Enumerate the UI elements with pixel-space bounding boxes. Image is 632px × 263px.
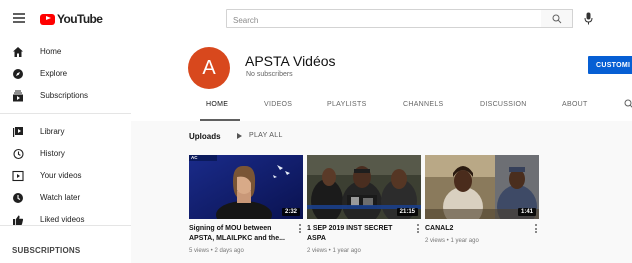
subscriptions-heading: SUBSCRIPTIONS [12, 246, 81, 255]
sidebar-item-label: Explore [40, 69, 68, 78]
video-meta: 2 views • 1 year ago [307, 248, 361, 254]
sidebar-item-history[interactable]: History [0, 144, 131, 164]
tab-playlists[interactable]: PLAYLISTS [327, 101, 367, 108]
video-thumbnail[interactable]: 1:41 [425, 155, 539, 219]
tab-discussion[interactable]: DISCUSSION [480, 101, 527, 108]
clock-icon [13, 193, 23, 203]
sidebar-item-subscriptions[interactable]: Subscriptions [0, 86, 131, 106]
sidebar-item-label: Your videos [40, 171, 82, 180]
video-thumbnail[interactable]: 21:15 [307, 155, 421, 219]
video-card: 1:41 CANAL2 2 views • 1 year ago [425, 155, 539, 244]
customize-channel-button[interactable]: CUSTOMI [588, 56, 632, 74]
tab-videos[interactable]: VIDEOS [264, 101, 292, 108]
sidebar-item-library[interactable]: Library [0, 122, 131, 142]
home-icon [13, 47, 23, 57]
sidebar-item-label: Library [40, 127, 65, 136]
channel-main: A APSTA Vidéos No subscribers CUSTOMI HO… [131, 38, 632, 263]
more-options-icon[interactable] [417, 224, 421, 235]
channel-name: APSTA Vidéos [245, 53, 336, 69]
sidebar-item-label: Watch later [40, 193, 81, 202]
video-card: 21:15 1 SEP 2019 INST SECRET ASPA 2 view… [307, 155, 421, 254]
video-thumbnail[interactable]: AC 2:32 [189, 155, 303, 219]
tab-home[interactable]: HOME [206, 101, 228, 108]
logo-text: YouTube [57, 12, 103, 26]
sidebar-divider [0, 225, 131, 226]
sidebar: Home Explore Subscriptions Library Histo… [0, 38, 131, 263]
thumbnail-badge: AC [191, 155, 198, 160]
channel-search-icon[interactable] [624, 99, 632, 109]
more-options-icon[interactable] [299, 224, 303, 235]
microphone-icon[interactable] [584, 12, 593, 25]
video-duration: 21:15 [396, 208, 418, 216]
subscriptions-icon [13, 90, 23, 102]
sidebar-item-home[interactable]: Home [0, 42, 131, 62]
channel-content: Uploads PLAY ALL AC 2:32 Signing of MOU … [131, 121, 632, 263]
video-title[interactable]: Signing of MOU between APSTA, MLAILPKC a… [189, 224, 293, 244]
sidebar-item-label: Home [40, 47, 62, 56]
sidebar-item-your-videos[interactable]: Your videos [0, 166, 131, 186]
video-meta: 2 views • 1 year ago [425, 238, 479, 244]
sidebar-item-label: Subscriptions [40, 91, 89, 100]
channel-tabs: HOME VIDEOS PLAYLISTS CHANNELS DISCUSSIO… [131, 94, 632, 121]
sidebar-item-label: History [40, 149, 65, 158]
sidebar-item-watch-later[interactable]: Watch later [0, 188, 131, 208]
video-title[interactable]: CANAL2 [425, 224, 529, 234]
play-icon [237, 132, 242, 139]
youtube-logo[interactable]: YouTube [40, 12, 103, 26]
video-duration: 1:41 [517, 208, 536, 216]
sidebar-item-explore[interactable]: Explore [0, 64, 131, 84]
compass-icon [13, 69, 23, 79]
channel-avatar[interactable]: A [188, 47, 230, 89]
your-videos-icon [12, 170, 24, 182]
tab-channels[interactable]: CHANNELS [403, 101, 444, 108]
more-options-icon[interactable] [535, 224, 539, 235]
channel-header: A APSTA Vidéos No subscribers CUSTOMI HO… [131, 38, 632, 121]
library-icon [13, 127, 23, 137]
tab-about[interactable]: ABOUT [562, 101, 588, 108]
search-icon [552, 14, 562, 24]
subscriber-count: No subscribers [246, 71, 293, 78]
search-input[interactable] [227, 12, 541, 29]
video-meta: 5 views • 2 days ago [189, 248, 244, 254]
history-icon [13, 148, 24, 160]
play-all-button[interactable]: PLAY ALL [237, 132, 283, 139]
search-box [226, 9, 542, 29]
menu-icon[interactable] [13, 13, 25, 23]
play-all-label: PLAY ALL [249, 132, 283, 139]
youtube-play-icon [40, 13, 55, 25]
youtube-channel-page: YouTube Home Explore Subscripti [0, 0, 632, 263]
sidebar-divider [0, 113, 131, 114]
sidebar-item-label: Liked videos [40, 215, 85, 224]
video-title[interactable]: 1 SEP 2019 INST SECRET ASPA [307, 224, 411, 244]
video-duration: 2:32 [281, 208, 300, 216]
sidebar-item-liked-videos[interactable]: Liked videos [0, 210, 131, 230]
uploads-title[interactable]: Uploads [189, 132, 221, 141]
search-button[interactable] [541, 9, 573, 28]
video-card: AC 2:32 Signing of MOU between APSTA, ML… [189, 155, 303, 254]
top-bar: YouTube [0, 0, 632, 38]
